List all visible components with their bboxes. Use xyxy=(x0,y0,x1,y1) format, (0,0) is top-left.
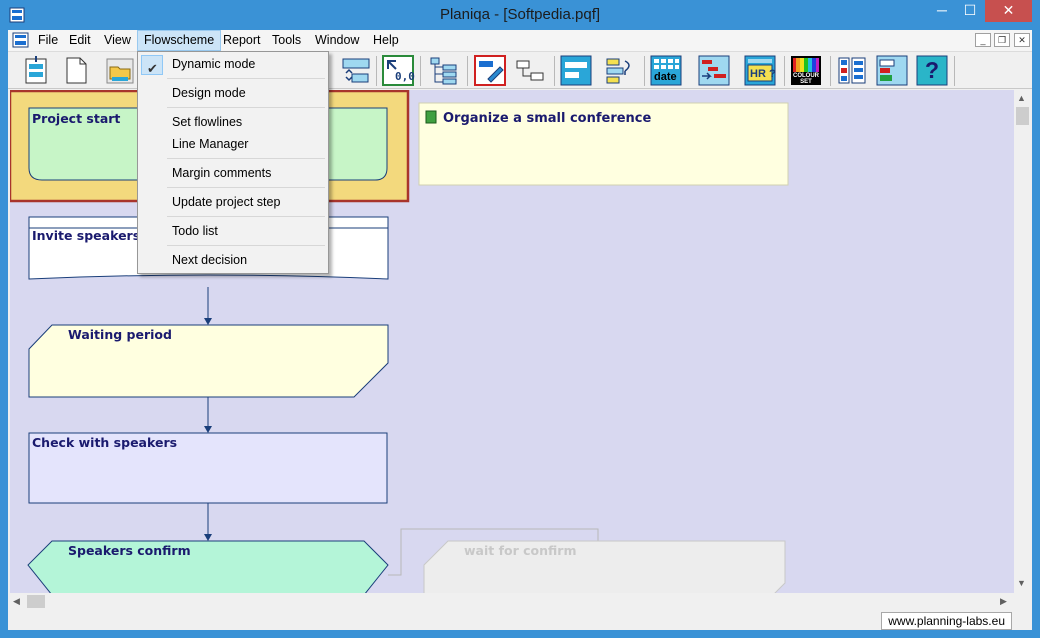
menu-item-line-manager[interactable]: Line Manager xyxy=(139,133,327,155)
scroll-thumb[interactable] xyxy=(27,595,45,608)
menu-item-set-flowlines[interactable]: Set flowlines xyxy=(139,111,327,133)
menu-view[interactable]: View xyxy=(98,30,137,51)
scroll-left-icon[interactable]: ◀ xyxy=(13,596,20,607)
menu-item-label: Dynamic mode xyxy=(172,57,256,71)
menu-bar: File Edit View Flowscheme Report Tools W… xyxy=(8,30,1032,51)
menu-report[interactable]: Report xyxy=(217,30,267,51)
date-label: date xyxy=(654,71,677,83)
horizontal-scrollbar[interactable]: ◀ ▶ xyxy=(10,593,1014,610)
scroll-right-icon[interactable]: ▶ xyxy=(1000,596,1007,607)
step-label-project-start: Project start xyxy=(32,111,121,126)
mdi-minimize-button[interactable]: _ xyxy=(975,33,991,47)
status-url: www.planning-labs.eu xyxy=(881,612,1012,630)
menu-item-label: Line Manager xyxy=(172,137,249,151)
help-label: ? xyxy=(925,57,940,83)
step-label-speakers-confirm: Speakers confirm xyxy=(68,543,191,558)
colour-set-label: COLOUR SET xyxy=(793,73,819,85)
timeline-icon[interactable] xyxy=(560,55,592,86)
step-label-wait-for-confirm: wait for confirm xyxy=(464,543,577,558)
mdi-restore-button[interactable]: ❐ xyxy=(994,33,1010,47)
new-step-icon[interactable] xyxy=(20,55,52,86)
app-window: Planiqa - [Softpedia.pqf] ─ ☐ ✕ File Edi… xyxy=(0,0,1040,638)
status-bar: www.planning-labs.eu xyxy=(8,611,1032,630)
sort-steps-icon[interactable] xyxy=(604,55,636,86)
colour-set-icon[interactable]: COLOUR SET xyxy=(790,55,822,86)
menu-item-label: Design mode xyxy=(172,86,246,100)
menu-item-label: Next decision xyxy=(172,253,248,267)
help-icon[interactable]: ? xyxy=(916,55,948,86)
layout-alt-icon[interactable] xyxy=(876,55,908,86)
move-step-icon[interactable] xyxy=(340,55,372,86)
menu-file[interactable]: File xyxy=(32,30,64,51)
menu-item-update-project-step[interactable]: Update project step xyxy=(139,191,327,213)
menu-item-label: Update project step xyxy=(172,195,281,209)
menu-item-dynamic-mode[interactable]: ✔ Dynamic mode xyxy=(139,53,327,76)
layout-icon[interactable] xyxy=(836,55,868,86)
vertical-scrollbar[interactable]: ▲ ▼ xyxy=(1014,90,1031,593)
menu-item-next-decision[interactable]: Next decision xyxy=(139,249,327,271)
scroll-down-icon[interactable]: ▼ xyxy=(1017,578,1026,588)
project-title: Organize a small conference xyxy=(443,111,652,126)
coordinates-label: 0,0 xyxy=(395,70,415,83)
close-button[interactable]: ✕ xyxy=(985,0,1032,22)
edit-step-icon[interactable] xyxy=(474,55,506,86)
scroll-thumb[interactable] xyxy=(1016,107,1029,125)
document-icon[interactable] xyxy=(12,32,29,48)
check-icon: ✔ xyxy=(147,61,158,76)
mdi-close-button[interactable]: ✕ xyxy=(1014,33,1030,47)
new-document-icon[interactable] xyxy=(60,55,92,86)
window-title: Planiqa - [Softpedia.pqf] xyxy=(439,6,601,23)
date-icon[interactable]: date xyxy=(650,55,682,86)
menu-help[interactable]: Help xyxy=(367,30,405,51)
menu-flowscheme[interactable]: Flowscheme xyxy=(137,30,222,51)
step-label-waiting-period: Waiting period xyxy=(68,327,172,342)
open-folder-icon[interactable] xyxy=(104,55,136,86)
hr-icon[interactable]: HR ? xyxy=(744,55,776,86)
tree-structure-icon[interactable] xyxy=(428,55,460,86)
minimize-button[interactable]: ─ xyxy=(928,0,956,22)
menu-window[interactable]: Window xyxy=(309,30,365,51)
gantt-icon[interactable] xyxy=(698,55,730,86)
step-label-invite-speakers: Invite speakers xyxy=(32,228,141,243)
project-note-icon xyxy=(425,110,437,124)
scroll-up-icon[interactable]: ▲ xyxy=(1017,93,1026,103)
menu-item-design-mode[interactable]: Design mode xyxy=(139,82,327,104)
menu-item-label: Margin comments xyxy=(172,166,272,180)
step-label-check-with-speakers: Check with speakers xyxy=(32,435,178,450)
hr-label: HR ? xyxy=(750,68,776,80)
flowscheme-dropdown-menu: ✔ Dynamic mode Design mode Set flowlines… xyxy=(137,51,329,274)
connector-icon[interactable] xyxy=(514,55,546,86)
menu-item-label: Set flowlines xyxy=(172,115,243,129)
maximize-button[interactable]: ☐ xyxy=(956,0,984,22)
menu-item-margin-comments[interactable]: Margin comments xyxy=(139,162,327,184)
menu-tools[interactable]: Tools xyxy=(266,30,307,51)
menu-item-todo-list[interactable]: Todo list xyxy=(139,220,327,242)
coordinates-icon[interactable]: 0,0 xyxy=(382,55,415,86)
menu-item-label: Todo list xyxy=(172,224,218,238)
menu-edit[interactable]: Edit xyxy=(63,30,97,51)
title-bar[interactable]: Planiqa - [Softpedia.pqf] ─ ☐ ✕ xyxy=(0,0,1040,30)
